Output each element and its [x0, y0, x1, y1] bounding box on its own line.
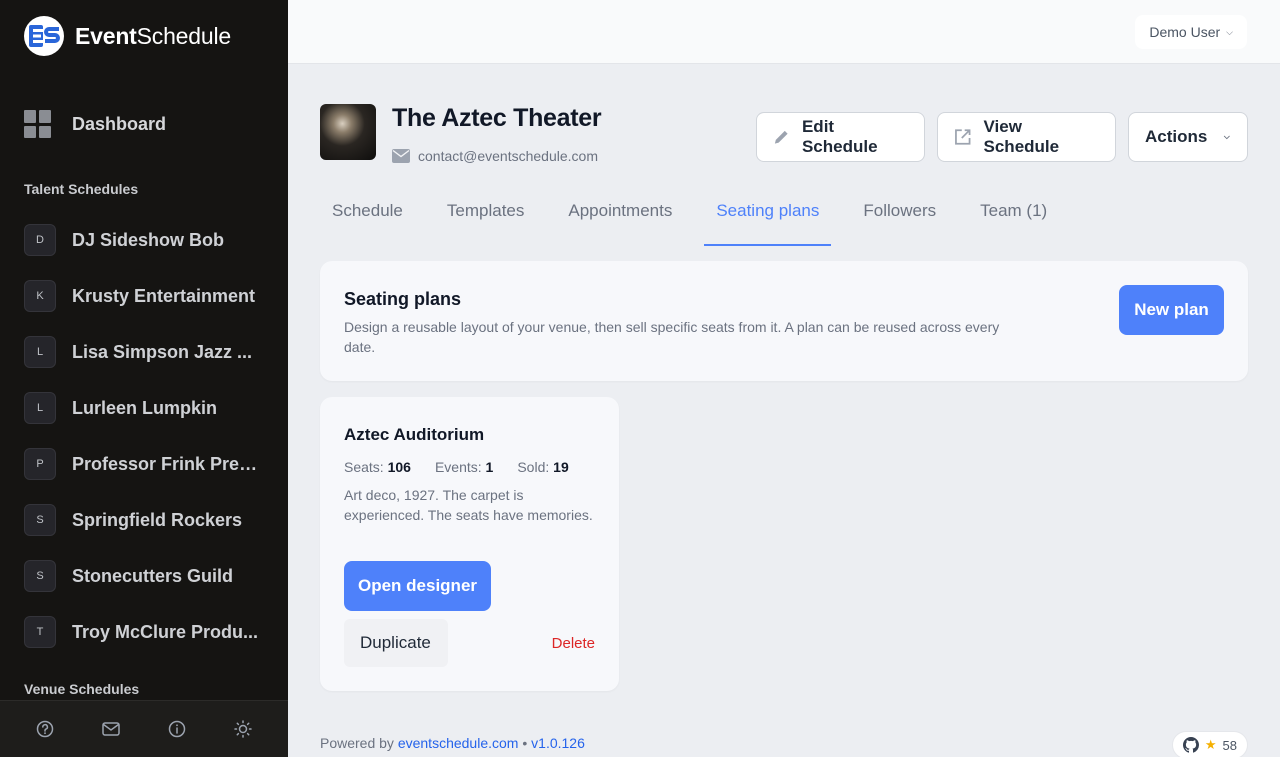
talent-name: Troy McClure Produ... [72, 621, 259, 642]
duplicate-button[interactable]: Duplicate [344, 619, 448, 667]
plan-description: Art deco, 1927. The carpet is experience… [344, 487, 593, 523]
powered-by: Powered by eventschedule.com • v1.0.126 [320, 735, 585, 751]
schedule-tabs: Schedule Templates Appointments Seating … [320, 188, 1079, 246]
tab-seating-plans[interactable]: Seating plans [704, 188, 832, 246]
chevron-down-icon: ⌵ [1226, 26, 1233, 37]
user-menu-button[interactable]: Demo User ⌵ [1135, 15, 1247, 49]
sidebar-item-talent[interactable]: T Troy McClure Produ... [24, 604, 272, 660]
talent-initial-badge: D [24, 224, 56, 256]
plan-stats: Seats: 106 Events: 1 Sold: 19 [344, 459, 593, 475]
events-stat: Events: 1 [434, 459, 494, 475]
talent-name: Lisa Simpson Jazz ... [72, 341, 253, 362]
talent-name: Lurleen Lumpkin [72, 397, 218, 418]
sidebar-item-talent[interactable]: L Lurleen Lumpkin [24, 380, 272, 436]
talent-initial-badge: L [24, 392, 56, 424]
actions-label: Actions [1145, 127, 1208, 146]
event-schedule-logo-icon [24, 16, 64, 56]
sidebar-item-talent[interactable]: S Springfield Rockers [24, 492, 272, 548]
external-link-icon [955, 129, 971, 145]
events-value: 1 [485, 459, 494, 475]
star-icon: ★ [1204, 737, 1217, 752]
talent-initial-badge: S [24, 504, 56, 536]
open-designer-button[interactable]: Open designer [344, 561, 491, 611]
sidebar-item-label: Dashboard [72, 113, 167, 134]
sold-stat: Sold: 19 [517, 459, 569, 475]
pencil-icon [774, 130, 788, 144]
tab-templates[interactable]: Templates [435, 188, 536, 246]
edit-schedule-button[interactable]: Edit Schedule [756, 112, 925, 162]
venue-email[interactable]: contact@eventschedule.com [418, 148, 598, 164]
mail-icon[interactable] [101, 719, 121, 739]
talent-name: DJ Sideshow Bob [72, 229, 225, 250]
site-link[interactable]: eventschedule.com [398, 735, 519, 751]
sidebar-item-talent[interactable]: D DJ Sideshow Bob [24, 212, 272, 268]
talent-name: Krusty Entertainment [72, 285, 256, 306]
tab-appointments[interactable]: Appointments [556, 188, 684, 246]
user-name: Demo User [1149, 24, 1221, 40]
edit-schedule-label: Edit Schedule [801, 117, 878, 156]
talent-schedules-heading: Talent Schedules [24, 181, 139, 197]
view-schedule-button[interactable]: View Schedule [937, 112, 1116, 162]
sidebar: EventSchedule Dashboard Talent Schedules… [0, 0, 288, 757]
venue-schedules-heading: Venue Schedules [24, 681, 140, 697]
sidebar-item-dashboard[interactable]: Dashboard [24, 106, 264, 142]
sidebar-item-talent[interactable]: P Professor Frink Pres... [24, 436, 272, 492]
github-star-count: 58 [1222, 737, 1237, 753]
talent-initial-badge: L [24, 336, 56, 368]
venue-contact: contact@eventschedule.com [392, 148, 598, 164]
tab-followers[interactable]: Followers [851, 188, 948, 246]
talent-name: Professor Frink Pres... [72, 453, 264, 474]
sun-icon[interactable] [233, 719, 253, 739]
talent-initial-badge: S [24, 560, 56, 592]
chevron-down-icon [1224, 135, 1231, 140]
sidebar-item-talent[interactable]: S Stonecutters Guild [24, 548, 272, 604]
sidebar-item-talent[interactable]: L Lisa Simpson Jazz ... [24, 324, 272, 380]
github-icon [1182, 737, 1199, 753]
seats-value: 106 [387, 459, 411, 475]
sidebar-footer [0, 700, 288, 757]
info-icon[interactable] [167, 719, 187, 739]
panel-title: Seating plans [344, 289, 462, 309]
delete-button[interactable]: Delete [552, 635, 595, 652]
tab-schedule[interactable]: Schedule [320, 188, 415, 246]
panel-description: Design a reusable layout of your venue, … [344, 319, 1000, 355]
talent-name: Stonecutters Guild [72, 565, 234, 586]
brand-logo[interactable]: EventSchedule [24, 16, 231, 56]
top-bar: Demo User ⌵ [288, 0, 1280, 64]
version-link[interactable]: v1.0.126 [531, 735, 585, 751]
page-title: The Aztec Theater [392, 104, 602, 132]
talent-initial-badge: K [24, 280, 56, 312]
talent-name: Springfield Rockers [72, 509, 243, 530]
help-icon[interactable] [35, 719, 55, 739]
github-stars-badge[interactable]: ★ 58 [1171, 731, 1248, 757]
envelope-icon [392, 149, 410, 163]
sold-value: 19 [553, 459, 569, 475]
talent-initial-badge: P [24, 448, 56, 480]
new-plan-button[interactable]: New plan [1119, 285, 1224, 335]
dashboard-grid-icon [24, 110, 52, 138]
brand-name: EventSchedule [75, 22, 231, 49]
talent-initial-badge: T [24, 616, 56, 648]
sidebar-item-talent[interactable]: K Krusty Entertainment [24, 268, 272, 324]
plan-name: Aztec Auditorium [344, 425, 485, 444]
venue-avatar [320, 104, 376, 160]
actions-dropdown[interactable]: Actions [1128, 112, 1248, 162]
tab-team[interactable]: Team (1) [968, 188, 1059, 246]
view-schedule-label: View Schedule [983, 117, 1060, 156]
talent-schedule-list: D DJ Sideshow Bob K Krusty Entertainment… [24, 212, 272, 660]
seats-stat: Seats: 106 [344, 459, 411, 475]
seating-plans-panel: Seating plans Design a reusable layout o… [320, 261, 1248, 381]
seating-plan-card: Aztec Auditorium Seats: 106 Events: 1 So… [320, 397, 619, 691]
